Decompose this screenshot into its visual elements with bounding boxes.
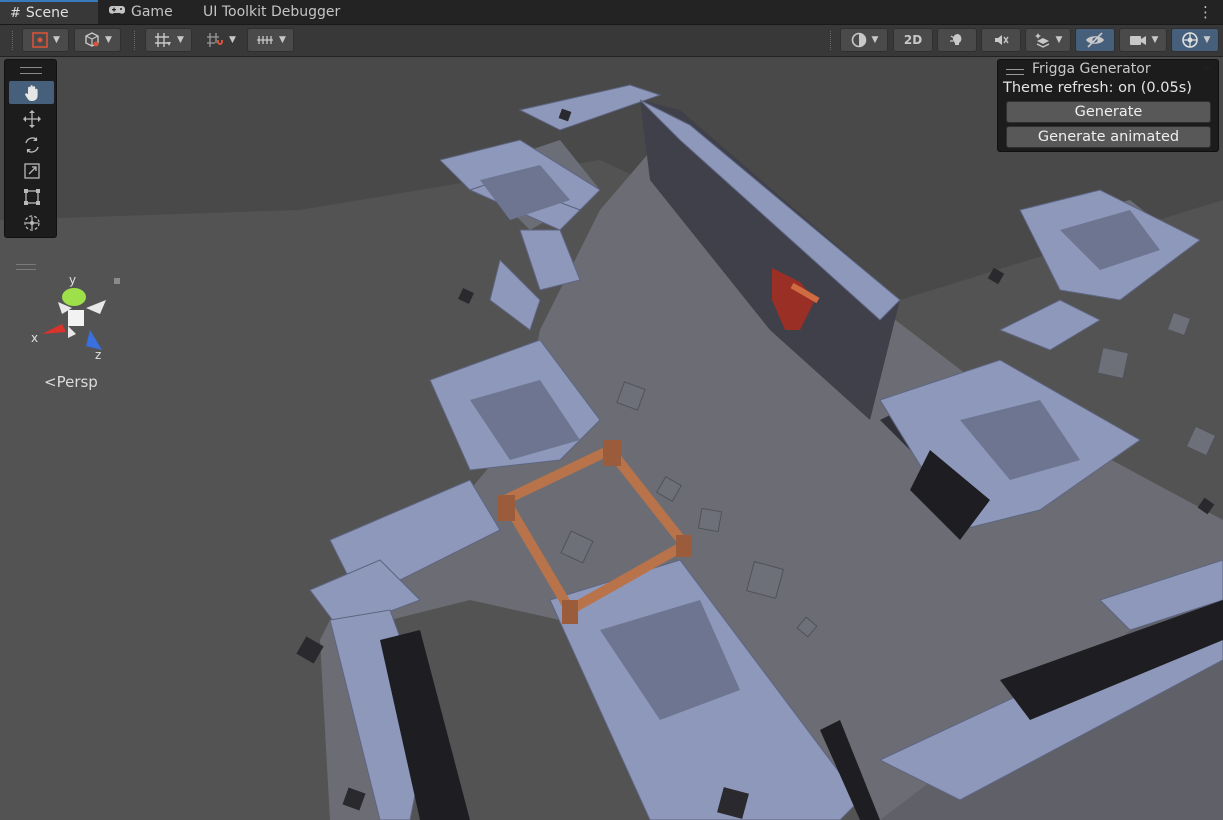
projection-toggle[interactable]: <Persp	[44, 373, 98, 391]
overlay-title: Frigga Generator	[1032, 61, 1151, 77]
shading-sphere-icon	[851, 32, 866, 48]
pivot-icon	[32, 32, 48, 48]
tab-game-label: Game	[131, 4, 173, 20]
light-bulb-icon	[950, 34, 962, 45]
tool-handle-rotation-button[interactable]: ▼	[74, 28, 121, 52]
rect-transform-icon	[23, 188, 40, 205]
window-tab-bar: # Scene Game UI Toolkit Debugger ⋮	[0, 0, 1223, 25]
chevron-down-icon: ▼	[279, 35, 286, 45]
chevron-down-icon: ▼	[1055, 35, 1063, 45]
grid-visibility-button[interactable]: ▼	[145, 28, 192, 52]
toolbar-separator	[134, 31, 137, 50]
theme-refresh-status: Theme refresh: on (0.05s)	[1003, 80, 1192, 96]
hand-icon	[24, 84, 38, 101]
orientation-overlay-grip[interactable]	[16, 264, 36, 270]
audio-mute-icon	[995, 35, 1009, 45]
grid-snapping-button[interactable]: ▼	[197, 28, 244, 52]
persp-chevron-icon: <	[44, 373, 57, 391]
chevron-down-icon: ▼	[105, 35, 112, 45]
eye-hidden-icon	[1086, 32, 1104, 48]
axis-z-label: z	[95, 348, 101, 362]
overlay-grip[interactable]	[1006, 69, 1024, 75]
camera-icon	[1129, 36, 1146, 45]
gizmos-button[interactable]: ▼	[1171, 28, 1219, 52]
camera-settings-button[interactable]: ▼	[1119, 28, 1167, 52]
rotate-tool-button[interactable]	[9, 133, 54, 156]
grid-icon: #	[10, 5, 21, 21]
move-tool-button[interactable]	[9, 107, 54, 130]
axis-y-cone[interactable]	[62, 288, 86, 306]
chevron-down-icon: ▼	[871, 35, 879, 45]
scale-icon	[23, 162, 40, 179]
local-cube-icon	[85, 32, 99, 47]
increment-snapping-button[interactable]: ▼	[247, 28, 294, 52]
chevron-down-icon: ▼	[177, 35, 184, 45]
axis-z-cone[interactable]	[86, 330, 102, 350]
dungeon-scene-render	[0, 57, 1223, 820]
scene-visibility-button[interactable]	[1075, 28, 1115, 52]
tab-ui-toolkit-debugger[interactable]: UI Toolkit Debugger	[203, 0, 340, 24]
effects-button[interactable]: ▼	[1025, 28, 1071, 52]
mode-2d-button[interactable]: 2D	[893, 28, 933, 52]
orientation-gizmo[interactable]: y x z	[28, 272, 128, 364]
tab-scene-label: Scene	[25, 5, 69, 21]
scale-tool-button[interactable]	[9, 159, 54, 182]
overlay-grip[interactable]	[20, 67, 42, 74]
axis-x-cone[interactable]	[42, 324, 66, 334]
more-options-icon[interactable]: ⋮	[1198, 3, 1213, 21]
chevron-down-icon: ▼	[1203, 35, 1211, 45]
chevron-down-icon: ▼	[229, 35, 236, 45]
view-tool-button[interactable]	[9, 81, 54, 104]
rotate-icon	[24, 136, 39, 153]
effects-layers-icon	[1034, 33, 1049, 48]
draw-mode-button[interactable]: ▼	[840, 28, 888, 52]
chevron-down-icon: ▼	[1151, 35, 1159, 45]
tool-handle-position-button[interactable]: ▼	[22, 28, 69, 52]
lighting-toggle-button[interactable]	[937, 28, 977, 52]
collapse-caret-icon[interactable]	[1202, 66, 1212, 72]
tab-game[interactable]: Game	[108, 0, 173, 24]
transform-tool-button[interactable]	[9, 211, 54, 234]
axis-x-label: x	[31, 331, 38, 345]
audio-toggle-button[interactable]	[981, 28, 1021, 52]
scene-viewport[interactable]	[0, 57, 1223, 820]
scene-toolbar: ▼ ▼ ▼ ▼ ▼ ▼ 2D ▼ ▼ ▼	[0, 25, 1223, 57]
projection-label: Persp	[56, 373, 98, 391]
snap-magnet-icon	[207, 33, 224, 47]
generate-animated-button[interactable]: Generate animated	[1006, 126, 1211, 148]
grid-icon	[155, 33, 172, 47]
transform-icon	[23, 214, 40, 231]
tab-scene[interactable]: # Scene	[0, 0, 98, 24]
toolbar-grip	[12, 31, 15, 50]
move-arrows-icon	[22, 109, 41, 128]
ruler-icon	[257, 36, 274, 44]
frigga-generator-overlay: Frigga Generator Theme refresh: on (0.05…	[997, 59, 1219, 152]
toolbar-separator	[830, 31, 833, 50]
gizmo-globe-icon	[1181, 32, 1198, 48]
gamepad-icon	[108, 4, 126, 20]
generate-button[interactable]: Generate	[1006, 101, 1211, 123]
tab-debugger-label: UI Toolkit Debugger	[203, 4, 341, 20]
tools-overlay	[4, 59, 57, 238]
chevron-down-icon: ▼	[53, 35, 60, 45]
rect-tool-button[interactable]	[9, 185, 54, 208]
gizmo-center-cube[interactable]	[68, 310, 84, 326]
axis-y-label: y	[69, 273, 76, 287]
